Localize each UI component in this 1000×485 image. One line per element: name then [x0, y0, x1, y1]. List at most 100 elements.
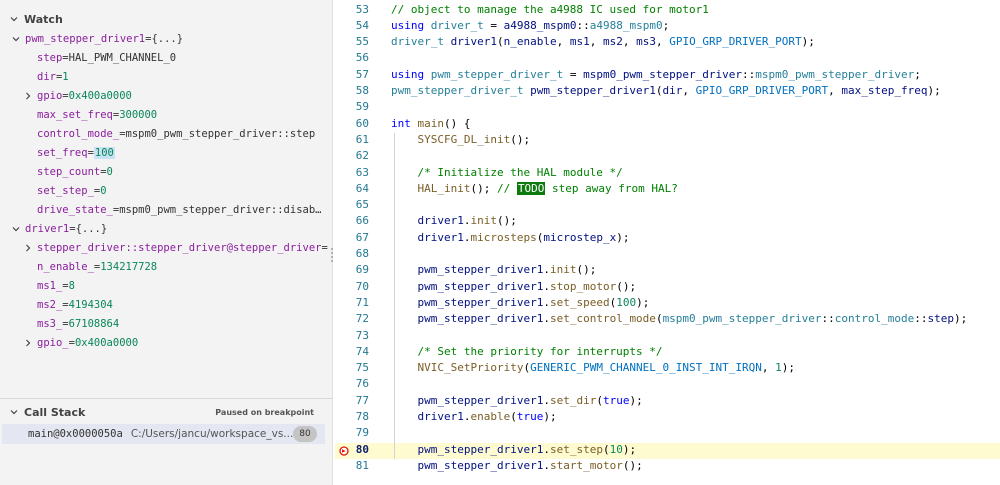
- code-token: (: [655, 84, 663, 97]
- watch-item[interactable]: pwm_stepper_driver1 = {...}: [0, 29, 330, 48]
- code-line[interactable]: 73: [335, 329, 1000, 345]
- code-token: ::: [914, 312, 928, 326]
- code-line[interactable]: 71 pwm_stepper_driver1.set_speed(100);: [335, 296, 1000, 312]
- code-token: );: [927, 84, 941, 97]
- watch-item-name: set_step_: [37, 184, 94, 197]
- code-token: (): [444, 116, 464, 130]
- code-token: HAL_init: [417, 181, 471, 195]
- code-line[interactable]: 76: [335, 377, 1000, 393]
- code-editor[interactable]: 53 // object to manage the a4988 IC used …: [335, 0, 1000, 485]
- code-line[interactable]: 58 pwm_stepper_driver_t pwm_stepper_drive…: [335, 84, 1000, 100]
- watch-item[interactable]: dir = 1: [0, 67, 330, 86]
- chevron-right-icon[interactable]: [22, 242, 34, 254]
- line-number: 71: [355, 295, 369, 309]
- chevron-down-icon[interactable]: [10, 33, 22, 45]
- watch-item-name: driver1: [25, 222, 70, 235]
- code-token: GPIO_GRP_DRIVER_PORT: [695, 84, 829, 97]
- code-line[interactable]: 53 // object to manage the a4988 IC used …: [335, 3, 1000, 19]
- code-line[interactable]: 55 driver_t driver1(n_enable, ms1, ms2, m…: [335, 35, 1000, 51]
- watch-section-header[interactable]: Watch: [0, 8, 332, 30]
- watch-item[interactable]: control_mode_ = mspm0_pwm_stepper_driver…: [0, 124, 330, 143]
- code-token: (: [655, 312, 663, 326]
- line-number: 69: [355, 263, 369, 277]
- code-token: .: [543, 442, 550, 456]
- line-number: 58: [355, 84, 369, 97]
- code-line[interactable]: 56: [335, 51, 1000, 67]
- code-token: driver_t: [391, 35, 451, 49]
- callstack-section-header[interactable]: Call Stack Paused on breakpoint: [0, 401, 332, 423]
- code-line[interactable]: 67 driver1.microsteps(microstep_x);: [335, 231, 1000, 247]
- code-text: pwm_stepper_driver1.set_dir(true);: [391, 394, 643, 407]
- code-token: pwm_stepper_driver1: [417, 263, 544, 277]
- code-token: ;: [662, 18, 670, 32]
- watch-item[interactable]: ms3_ = 67108864: [0, 314, 330, 333]
- chevron-right-icon[interactable]: [22, 337, 34, 349]
- code-line[interactable]: 63 /* Initialize the HAL module */: [335, 166, 1000, 182]
- watch-item[interactable]: ms1_ = 8: [0, 276, 330, 295]
- code-line[interactable]: 70 pwm_stepper_driver1.stop_motor();: [335, 280, 1000, 296]
- watch-item[interactable]: ms2_ = 4194304: [0, 295, 330, 314]
- watch-item[interactable]: stepper_driver::stepper_driver@stepper_d…: [0, 238, 330, 257]
- code-line[interactable]: 66 driver1.init();: [335, 214, 1000, 230]
- chevron-right-icon[interactable]: [22, 90, 34, 102]
- line-number: 67: [355, 230, 369, 244]
- watch-item-name: dir: [37, 70, 56, 83]
- watch-item[interactable]: gpio_ = 0x400a0000: [0, 333, 330, 352]
- watch-item-name: step: [37, 51, 63, 64]
- code-token: );: [781, 361, 796, 375]
- code-token: =: [563, 67, 584, 81]
- code-line[interactable]: 54 using driver_t = a4988_mspm0::a4988_ms…: [335, 19, 1000, 35]
- code-text: driver1.microsteps(microstep_x);: [391, 231, 630, 244]
- code-token: );: [954, 312, 968, 326]
- code-line[interactable]: 69 pwm_stepper_driver1.init();: [335, 263, 1000, 279]
- line-number: 65: [355, 198, 369, 212]
- code-line[interactable]: 68: [335, 247, 1000, 263]
- watch-item[interactable]: step_count = 0: [0, 162, 330, 181]
- code-token: );: [801, 35, 815, 49]
- code-line[interactable]: 75 NVIC_SetPriority(GENERIC_PWM_CHANNEL_…: [335, 361, 1000, 377]
- watch-item[interactable]: gpio = 0x400a0000: [0, 86, 330, 105]
- line-number: 76: [355, 377, 369, 391]
- watch-item[interactable]: drive_state_ = mspm0_pwm_stepper_driver:…: [0, 200, 330, 219]
- todo-marker: TODO: [516, 181, 546, 195]
- watch-item[interactable]: driver1 = {...}: [0, 219, 330, 238]
- line-number: 54: [355, 18, 369, 32]
- callstack-frame[interactable]: main@0x0000050a C:/Users/jancu/workspace…: [2, 424, 325, 444]
- watch-item[interactable]: max_set_freq = 300000: [0, 105, 330, 124]
- chevron-down-icon[interactable]: [10, 223, 22, 235]
- code-token: ,: [682, 84, 696, 97]
- watch-item[interactable]: set_freq = 100: [0, 143, 330, 162]
- code-line[interactable]: 78 driver1.enable(true);: [335, 410, 1000, 426]
- chevron-down-icon[interactable]: [6, 404, 22, 420]
- watch-item[interactable]: set_step_ = 0: [0, 181, 330, 200]
- code-line[interactable]: 59: [335, 100, 1000, 116]
- line-number: 74: [355, 344, 369, 358]
- code-line[interactable]: 74 /* Set the priority for interrupts */: [335, 345, 1000, 361]
- code-line[interactable]: 72 pwm_stepper_driver1.set_control_mode(…: [335, 312, 1000, 328]
- code-token: control_mode: [834, 312, 915, 326]
- chevron-down-icon[interactable]: [6, 11, 22, 27]
- code-line[interactable]: 81 pwm_stepper_driver1.start_motor();: [335, 459, 1000, 475]
- code-text: using driver_t = a4988_mspm0::a4988_mspm…: [391, 19, 669, 32]
- watch-item-value: {...}: [151, 32, 184, 45]
- code-line[interactable]: 61 SYSCFG_DL_init();: [335, 133, 1000, 149]
- code-line[interactable]: 62: [335, 149, 1000, 165]
- code-line[interactable]: 57 using pwm_stepper_driver_t = mspm0_pwm…: [335, 68, 1000, 84]
- line-number: 64: [355, 181, 369, 195]
- line-number: 70: [355, 279, 369, 293]
- watch-tree: pwm_stepper_driver1 = {...} step = HAL_PW…: [0, 29, 330, 352]
- code-line[interactable]: 77 pwm_stepper_driver1.set_dir(true);: [335, 394, 1000, 410]
- code-line[interactable]: 64 HAL_init(); // TODO step away from HA…: [335, 181, 1000, 198]
- frame-path: C:/Users/jancu/workspace_vs...: [130, 428, 294, 440]
- current-code-line[interactable]: 80 pwm_stepper_driver1.set_step(10);: [335, 442, 1000, 459]
- code-line[interactable]: 79: [335, 426, 1000, 442]
- code-line[interactable]: 60 int main() {: [335, 117, 1000, 133]
- code-line[interactable]: 65: [335, 198, 1000, 214]
- code-text: driver1.init();: [391, 214, 517, 227]
- watch-item-name: stepper_driver::stepper_driver@stepper_d…: [37, 241, 322, 254]
- watch-item[interactable]: step = HAL_PWM_CHANNEL_0: [0, 48, 330, 67]
- code-token: .: [543, 458, 550, 472]
- watch-item[interactable]: n_enable_ = 134217728: [0, 257, 330, 276]
